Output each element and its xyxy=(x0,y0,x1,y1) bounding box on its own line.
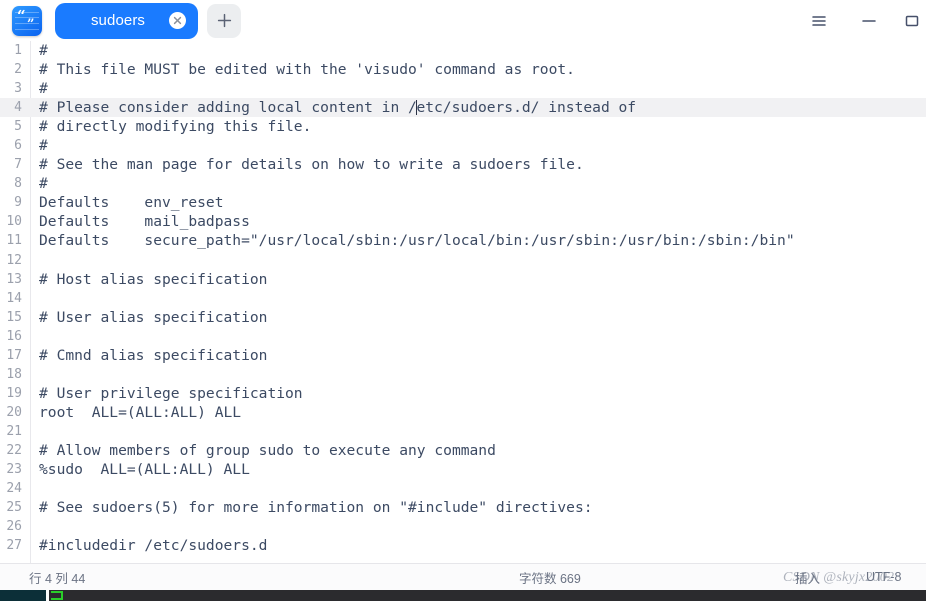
line-number: 16 xyxy=(6,328,22,344)
line-number: 1 xyxy=(14,43,22,58)
code-line[interactable]: 12 xyxy=(0,251,926,270)
code-line[interactable]: 11 Defaults secure_path="/usr/local/sbin:… xyxy=(0,231,926,250)
line-number: 25 xyxy=(6,500,22,516)
statusbar: 行 4 列 44 字符数 669 插入 UTF-8 CSDN @skyjx200… xyxy=(0,563,926,590)
code-line[interactable]: 8 # xyxy=(0,174,926,193)
code-line-text: # This file MUST be edited with the 'vis… xyxy=(39,61,575,79)
line-number: 19 xyxy=(6,385,22,401)
book-quote-icon: “ ” xyxy=(12,5,42,36)
char-count-status[interactable]: 字符数 669 xyxy=(519,568,581,587)
code-line-text: Defaults env_reset xyxy=(39,194,224,212)
line-number: 24 xyxy=(6,481,22,497)
code-line-text: #includedir /etc/sudoers.d xyxy=(39,537,268,555)
code-line[interactable]: 6 # xyxy=(0,136,926,155)
line-number: 20 xyxy=(6,404,22,420)
code-line[interactable]: 17 # Cmnd alias specification xyxy=(0,346,926,365)
code-line-text: # Allow members of group sudo to execute… xyxy=(39,441,496,459)
titlebar: “ ” sudoers xyxy=(0,0,926,41)
code-line-text: # User privilege specification xyxy=(39,384,303,402)
minimize-icon[interactable] xyxy=(844,0,894,41)
code-line-text: # directly modifying this file. xyxy=(39,118,312,136)
line-number: 7 xyxy=(14,157,22,173)
line-number: 15 xyxy=(6,309,22,325)
line-number: 11 xyxy=(6,233,22,249)
line-number: 17 xyxy=(6,347,22,363)
line-number: 21 xyxy=(6,423,22,439)
code-line-text: # xyxy=(39,42,48,59)
line-number: 12 xyxy=(6,252,22,268)
terminal-bracket-icon[interactable] xyxy=(49,590,66,601)
line-number: 22 xyxy=(6,442,22,458)
code-line[interactable]: 10 Defaults mail_badpass xyxy=(0,212,926,231)
code-line[interactable]: 16 xyxy=(0,327,926,346)
line-number: 2 xyxy=(14,62,22,78)
tabstrip: sudoers xyxy=(55,2,241,39)
line-number: 13 xyxy=(6,271,22,287)
code-line-text: Defaults secure_path="/usr/local/sbin:/u… xyxy=(39,232,795,250)
window-controls xyxy=(794,0,926,41)
line-number: 14 xyxy=(6,290,22,306)
code-line[interactable]: 5 # directly modifying this file. xyxy=(0,117,926,136)
line-number: 5 xyxy=(14,119,22,135)
code-line[interactable]: 1 # xyxy=(0,41,926,60)
line-number: 26 xyxy=(6,519,22,535)
code-line-text: # User alias specification xyxy=(39,308,268,326)
code-line[interactable]: 18 xyxy=(0,365,926,384)
close-icon[interactable] xyxy=(169,12,186,29)
line-number: 27 xyxy=(6,538,22,554)
code-line[interactable]: 9 Defaults env_reset xyxy=(0,193,926,212)
text-caret xyxy=(416,100,418,116)
line-number: 4 xyxy=(14,100,22,116)
code-line[interactable]: 19 # User privilege specification xyxy=(0,384,926,403)
code-line[interactable]: 26 xyxy=(0,517,926,536)
line-number: 18 xyxy=(6,366,22,382)
code-line[interactable]: 27 #includedir /etc/sudoers.d xyxy=(0,536,926,555)
code-line-text: # xyxy=(39,175,48,193)
code-line-text: # xyxy=(39,137,48,155)
line-number: 23 xyxy=(6,462,22,478)
code-line[interactable]: 14 xyxy=(0,289,926,308)
line-number: 10 xyxy=(6,214,22,230)
taskbar-teal-block xyxy=(0,590,46,601)
code-line-text: # xyxy=(39,80,48,98)
code-line-text: # See the man page for details on how to… xyxy=(39,156,584,174)
input-mode-status[interactable]: 插入 xyxy=(795,568,820,587)
line-number: 6 xyxy=(14,138,22,154)
code-line[interactable]: 3 # xyxy=(0,79,926,98)
editor-window: “ ” sudoers 1 # 2 # This file MUST be ed… xyxy=(0,0,926,601)
code-line-text: Defaults mail_badpass xyxy=(39,213,250,231)
code-line[interactable]: 22 # Allow members of group sudo to execu… xyxy=(0,441,926,460)
code-line[interactable]: 13 # Host alias specification xyxy=(0,270,926,289)
code-line[interactable]: 15 # User alias specification xyxy=(0,308,926,327)
code-line[interactable]: 25 # See sudoers(5) for more information … xyxy=(0,498,926,517)
cursor-position-status[interactable]: 行 4 列 44 xyxy=(29,568,85,587)
code-line[interactable]: 7 # See the man page for details on how t… xyxy=(0,155,926,174)
code-line-text: # Host alias specification xyxy=(39,270,268,288)
maximize-icon[interactable] xyxy=(894,0,926,41)
code-line-text: # See sudoers(5) for more information on… xyxy=(39,499,593,517)
code-line[interactable]: 4 # Please consider adding local content … xyxy=(0,98,926,118)
code-line[interactable]: 21 xyxy=(0,422,926,441)
tab-label: sudoers xyxy=(90,12,146,29)
plus-icon xyxy=(217,13,231,28)
code-line[interactable]: 23 %sudo ALL=(ALL:ALL) ALL xyxy=(0,460,926,479)
new-tab-button[interactable] xyxy=(207,3,241,38)
encoding-status[interactable]: UTF-8 xyxy=(866,570,901,584)
code-line-text: root ALL=(ALL:ALL) ALL xyxy=(39,403,242,421)
line-number: 9 xyxy=(14,195,22,211)
code-line[interactable]: 24 xyxy=(0,479,926,498)
code-line-text: %sudo ALL=(ALL:ALL) ALL xyxy=(39,461,250,479)
tab-sudoers[interactable]: sudoers xyxy=(55,2,198,39)
code-editor[interactable]: 1 #2 # This file MUST be edited with the '… xyxy=(0,41,926,563)
code-lines[interactable]: 1 #2 # This file MUST be edited with the '… xyxy=(0,41,926,563)
line-number: 8 xyxy=(14,176,22,192)
desktop-taskbar xyxy=(0,590,926,601)
code-line-text: # Please consider adding local content i… xyxy=(39,99,637,117)
code-line-text: # Cmnd alias specification xyxy=(39,346,268,364)
hamburger-menu-icon[interactable] xyxy=(794,0,844,41)
code-line[interactable]: 20 root ALL=(ALL:ALL) ALL xyxy=(0,403,926,422)
code-line[interactable]: 2 # This file MUST be edited with the 'vi… xyxy=(0,60,926,79)
line-number: 3 xyxy=(14,81,22,97)
